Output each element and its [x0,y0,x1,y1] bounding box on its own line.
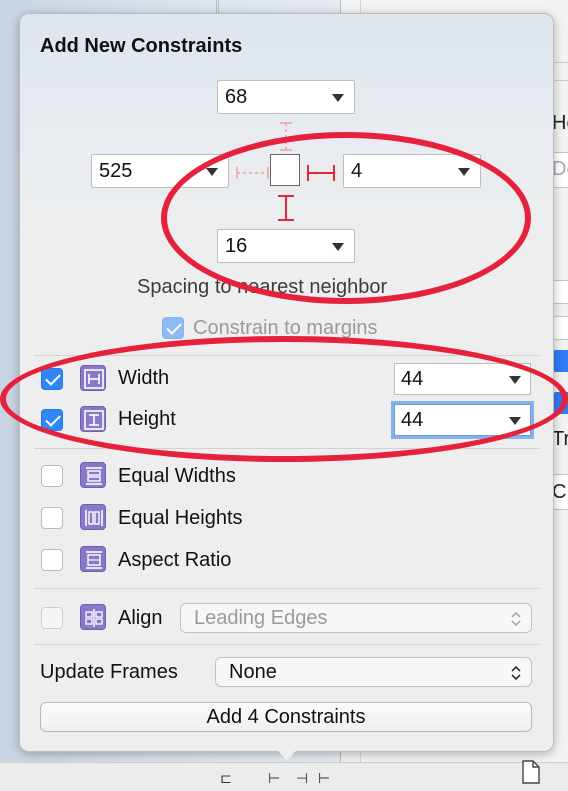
align-popup[interactable]: Leading Edges [180,603,532,633]
equal-widths-icon [80,462,106,488]
top-spacing-value: 68 [225,86,248,108]
width-value-field[interactable]: 44 [394,363,531,395]
inspector-toggle[interactable] [553,392,568,414]
height-label: Height [118,408,176,430]
constrain-to-margins-checkbox[interactable] [162,317,184,339]
constraint-tool-icon[interactable]: ⊏ [220,770,232,787]
update-frames-label: Update Frames [40,661,178,683]
separator [34,448,539,449]
equal-heights-label: Equal Heights [118,507,243,529]
divider [552,62,568,63]
leading-spacing-field[interactable]: 525 [91,154,229,188]
equal-heights-checkbox[interactable] [41,507,63,529]
chevron-down-icon[interactable] [509,376,521,384]
resize-tool-icon[interactable]: ⊢ [318,770,330,787]
bottom-spacing-field[interactable]: 16 [217,229,355,263]
selected-view-preview [270,154,300,186]
bottom-spacing-value: 16 [225,235,248,257]
height-checkbox[interactable] [41,409,63,431]
height-value-field[interactable]: 44 [394,404,531,436]
chevron-down-icon[interactable] [332,243,344,251]
popover-title: Add New Constraints [40,35,243,57]
align-icon [80,604,106,630]
bottom-toolbar [0,762,568,791]
height-value: 44 [401,409,424,431]
update-frames-popup[interactable]: None [215,657,532,687]
height-icon [80,406,106,432]
chevron-down-icon[interactable] [509,417,521,425]
width-value: 44 [401,368,424,390]
up-down-chevron-icon [511,665,521,681]
divider [218,0,219,14]
align-label: Align [118,607,163,629]
align-checkbox[interactable] [41,607,63,629]
top-spacing-field[interactable]: 68 [217,80,355,114]
update-frames-value: None [229,661,277,683]
inspector-label-fragment: Tr [552,428,568,450]
width-label: Width [118,367,170,389]
separator [34,588,539,589]
inspector-label-fragment: C [552,481,567,503]
chevron-down-icon[interactable] [206,168,218,176]
chevron-down-icon[interactable] [458,168,470,176]
width-icon [80,365,106,391]
separator [34,644,539,645]
divider [552,80,568,81]
file-icon[interactable] [520,760,542,784]
leading-spacing-value: 525 [99,160,133,182]
align-value: Leading Edges [194,607,328,629]
constrain-to-margins-label: Constrain to margins [193,317,378,339]
popover-arrow [265,736,309,761]
inspector-toggle[interactable] [553,350,568,372]
up-down-chevron-icon [511,611,521,627]
add-constraints-popover: Add New Constraints 68 525 4 16 Spacing … [19,13,554,752]
inspector-label-fragment: De [552,158,568,180]
pin-tool-icon[interactable]: ⊢ [268,770,280,787]
inspector-field[interactable] [553,316,568,340]
aspect-ratio-label: Aspect Ratio [118,549,232,571]
trailing-spacing-field[interactable]: 4 [343,154,481,188]
add-constraints-button[interactable]: Add 4 Constraints [40,702,532,732]
aspect-ratio-checkbox[interactable] [41,549,63,571]
chevron-down-icon[interactable] [332,94,344,102]
width-checkbox[interactable] [41,368,63,390]
divider [216,0,217,14]
inspector-label-fragment: He [552,112,568,134]
trailing-spacing-value: 4 [351,160,363,182]
spacing-label: Spacing to nearest neighbor [137,276,388,298]
equal-heights-icon [80,504,106,530]
aspect-ratio-icon [80,546,106,572]
resolve-tool-icon[interactable]: ⊣ [296,770,308,787]
separator [34,355,539,356]
equal-widths-checkbox[interactable] [41,465,63,487]
equal-widths-label: Equal Widths [118,465,236,487]
inspector-field[interactable] [553,280,568,304]
